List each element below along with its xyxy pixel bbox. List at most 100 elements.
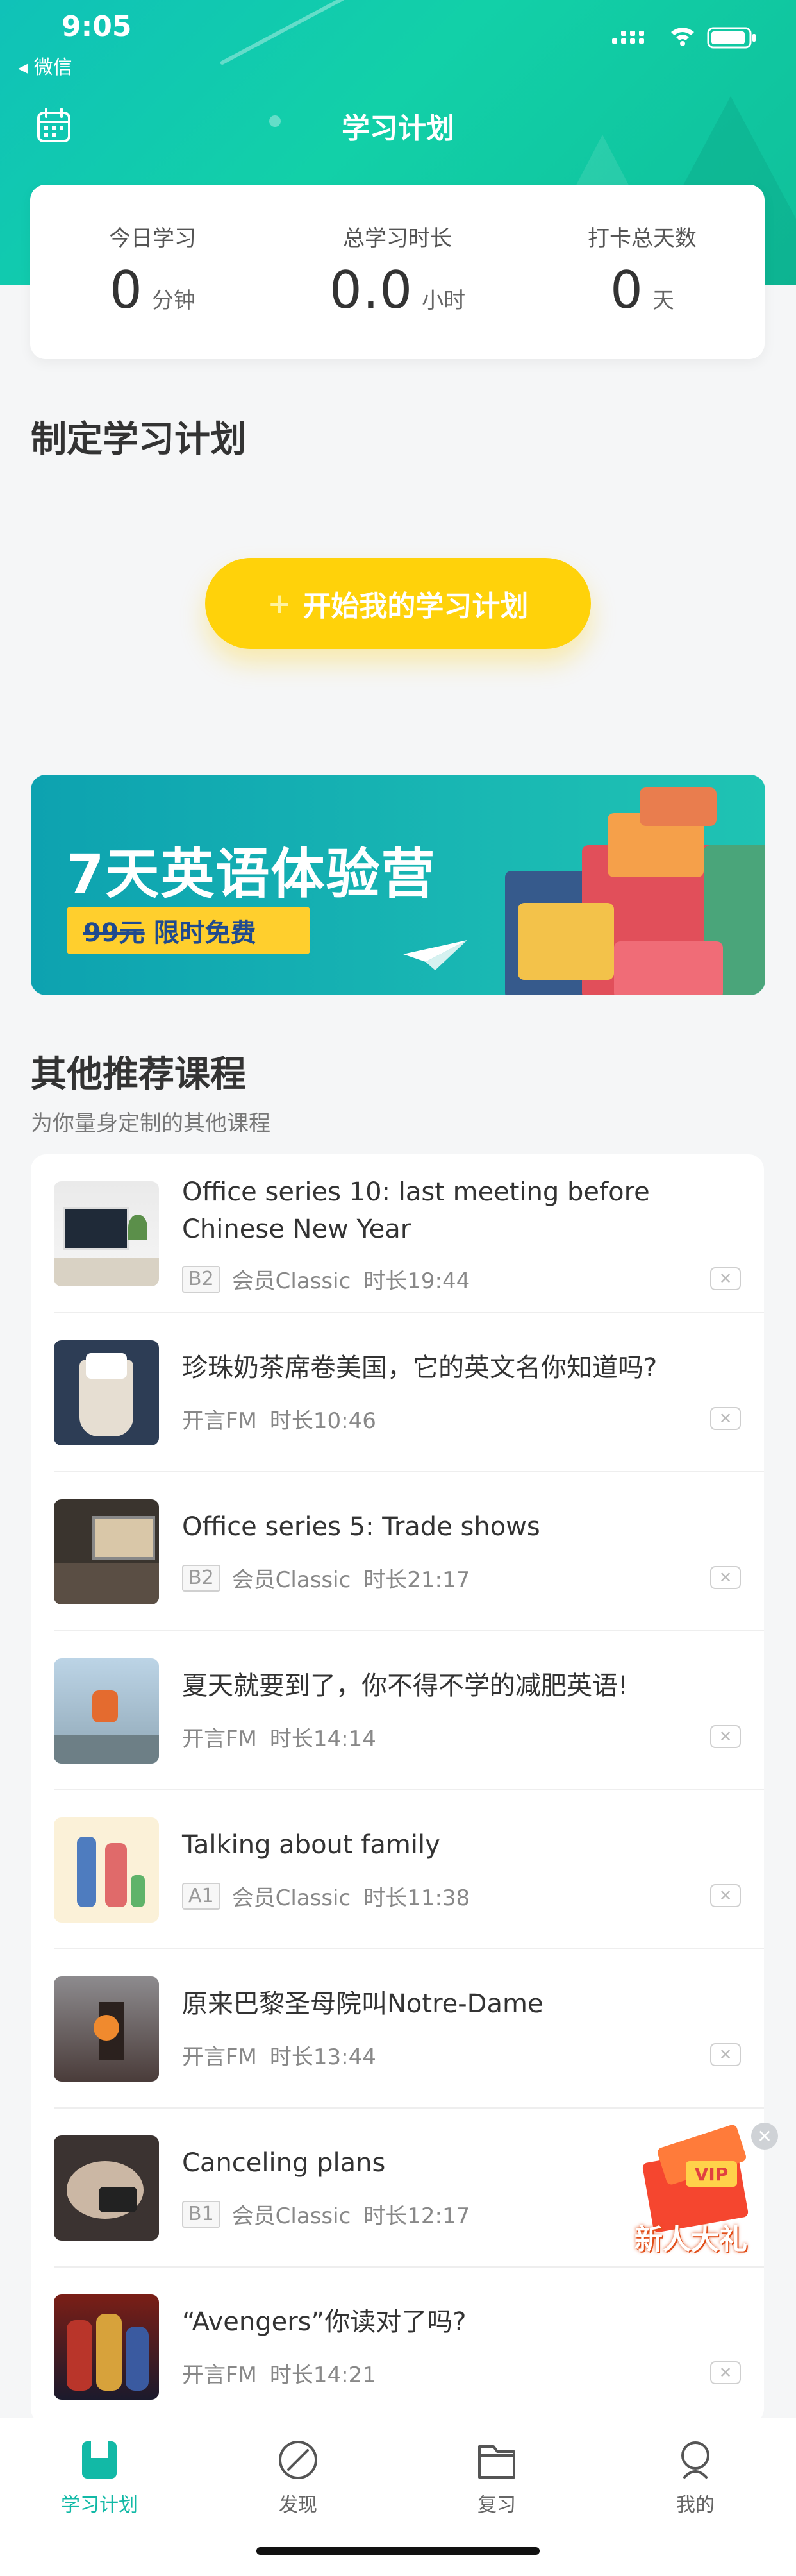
gift-label: 新人大礼	[634, 2223, 747, 2256]
course-thumbnail	[54, 1976, 159, 2082]
course-title: 夏天就要到了，你不得不学的减肥英语!	[182, 1671, 629, 1701]
stat-label: 总学习时长	[343, 226, 452, 251]
page-title: 学习计划	[342, 112, 454, 145]
tab-label: 复习	[477, 2494, 516, 2516]
level-badge: B2	[182, 1564, 220, 1592]
course-title: 珍珠奶茶席卷美国，它的英文名你知道吗?	[182, 1353, 658, 1383]
user-icon	[681, 2441, 709, 2479]
course-source: 会员Classic	[231, 1885, 351, 1911]
stat-checkin-days: 打卡总天数 0天	[520, 185, 765, 359]
tab-discover[interactable]: 发现	[199, 2418, 397, 2534]
paper-plane-icon	[403, 940, 467, 970]
course-title: Talking about family	[182, 1830, 440, 1860]
close-icon[interactable]: ✕	[751, 2123, 778, 2150]
stats-card: 今日学习 0 分钟 总学习时长 0.0 小时 打卡总天数 0天	[30, 185, 765, 359]
course-meta: 开言FM 时长10:46	[182, 1403, 376, 1435]
stat-unit: 天	[652, 288, 674, 314]
course-meta: A1 会员Classic 时长11:38	[182, 1880, 470, 1912]
course-duration: 时长11:38	[363, 1885, 470, 1911]
banner-price-tag: 99元 限时免费	[67, 907, 310, 954]
stat-unit: 小时	[422, 288, 466, 314]
dismiss-icon[interactable]: ✕	[710, 2043, 741, 2066]
course-duration: 时长21:17	[363, 1567, 470, 1593]
course-duration: 时长10:46	[269, 1408, 376, 1434]
free-label: 限时免费	[153, 918, 256, 948]
course-thumbnail	[54, 1499, 159, 1604]
course-row[interactable]: 珍珠奶茶席卷美国，它的英文名你知道吗? 开言FM 时长10:46 ✕	[31, 1313, 764, 1472]
course-source: 会员Classic	[231, 1567, 351, 1593]
course-title: Office series 10: last meeting before Ch…	[182, 1174, 695, 1248]
course-title: “Avengers”你读对了吗?	[182, 2307, 467, 2337]
study-plan-icon	[82, 2441, 117, 2479]
course-source: 会员Classic	[231, 1268, 351, 1294]
recommend-subtitle: 为你量身定制的其他课程	[31, 1111, 270, 1136]
course-row[interactable]: “Avengers”你读对了吗? 开言FM 时长14:21 ✕	[31, 2268, 764, 2427]
tab-label: 我的	[676, 2494, 715, 2516]
dismiss-icon[interactable]: ✕	[710, 2361, 741, 2384]
stat-label: 打卡总天数	[588, 226, 697, 251]
course-source: 会员Classic	[231, 2203, 351, 2229]
dismiss-icon[interactable]: ✕	[710, 1407, 741, 1430]
course-row[interactable]: Office series 5: Trade shows B2 会员Classi…	[31, 1472, 764, 1631]
course-meta: 开言FM 时长14:14	[182, 1721, 376, 1753]
tab-study-plan[interactable]: 学习计划	[0, 2418, 199, 2534]
course-title-line: Chinese New Year	[182, 1215, 411, 1244]
course-source: 开言FM	[182, 1726, 257, 1752]
dismiss-icon[interactable]: ✕	[710, 1725, 741, 1748]
course-thumbnail	[54, 1817, 159, 1923]
course-title: 原来巴黎圣母院叫Notre-Dame	[182, 1989, 543, 2019]
level-badge: B2	[182, 1265, 220, 1293]
home-indicator	[256, 2547, 540, 2555]
course-thumbnail	[54, 1340, 159, 1445]
level-badge: A1	[182, 1882, 220, 1910]
course-row[interactable]: Office series 10: last meeting before Ch…	[31, 1154, 764, 1313]
dismiss-icon[interactable]: ✕	[710, 1267, 741, 1290]
stat-label: 今日学习	[109, 226, 196, 251]
course-source: 开言FM	[182, 2362, 257, 2388]
course-title: Office series 5: Trade shows	[182, 1512, 540, 1542]
course-meta: B1 会员Classic 时长12:17	[182, 2198, 470, 2230]
plus-icon: +	[267, 587, 292, 620]
course-duration: 时长14:21	[269, 2362, 376, 2388]
stat-total-time: 总学习时长 0.0 小时	[275, 185, 520, 359]
tab-label: 学习计划	[61, 2494, 138, 2516]
course-title-line: Office series 10: last meeting before	[182, 1177, 650, 1207]
course-source: 开言FM	[182, 1408, 257, 1434]
course-meta: B2 会员Classic 时长21:17	[182, 1562, 470, 1594]
compass-icon	[279, 2441, 317, 2479]
dismiss-icon[interactable]: ✕	[710, 1566, 741, 1589]
course-duration: 时长19:44	[363, 1268, 470, 1294]
dismiss-icon[interactable]: ✕	[710, 1884, 741, 1907]
course-meta: 开言FM 时长13:44	[182, 2039, 376, 2071]
course-row[interactable]: 夏天就要到了，你不得不学的减肥英语! 开言FM 时长14:14 ✕	[31, 1631, 764, 1790]
tab-label: 发现	[279, 2494, 317, 2516]
course-source: 开言FM	[182, 2044, 257, 2070]
course-meta: B2 会员Classic 时长19:44	[182, 1263, 470, 1295]
stat-value: 0	[610, 260, 643, 320]
start-plan-button[interactable]: + 开始我的学习计划	[205, 558, 591, 649]
course-meta: 开言FM 时长14:21	[182, 2357, 376, 2389]
course-duration: 时长13:44	[269, 2044, 376, 2070]
course-duration: 时长12:17	[363, 2203, 470, 2229]
back-to-wechat[interactable]: ◂ 微信	[18, 51, 72, 80]
tab-review[interactable]: 复习	[397, 2418, 596, 2534]
banner-title: 7天英语体验营	[67, 843, 436, 905]
tab-profile[interactable]: 我的	[596, 2418, 795, 2534]
stat-unit: 分钟	[151, 288, 195, 314]
plan-heading: 制定学习计划	[31, 419, 246, 460]
course-row[interactable]: 原来巴黎圣母院叫Notre-Dame 开言FM 时长13:44 ✕	[31, 1949, 764, 2109]
course-thumbnail	[54, 1658, 159, 1764]
course-thumbnail	[54, 2294, 159, 2400]
course-thumbnail	[54, 2135, 159, 2241]
vip-badge: VIP	[686, 2161, 737, 2187]
level-badge: B1	[182, 2200, 220, 2228]
trial-camp-banner[interactable]: 7天英语体验营 99元 限时免费	[31, 775, 765, 995]
stat-today: 今日学习 0 分钟	[30, 185, 275, 359]
start-plan-label: 开始我的学习计划	[303, 590, 529, 623]
course-thumbnail	[54, 1181, 159, 1286]
folder-icon	[478, 2445, 515, 2479]
old-price: 99元	[83, 918, 145, 948]
status-time: 9:05	[62, 10, 132, 43]
course-duration: 时长14:14	[269, 1726, 376, 1752]
course-row[interactable]: Talking about family A1 会员Classic 时长11:3…	[31, 1790, 764, 1949]
